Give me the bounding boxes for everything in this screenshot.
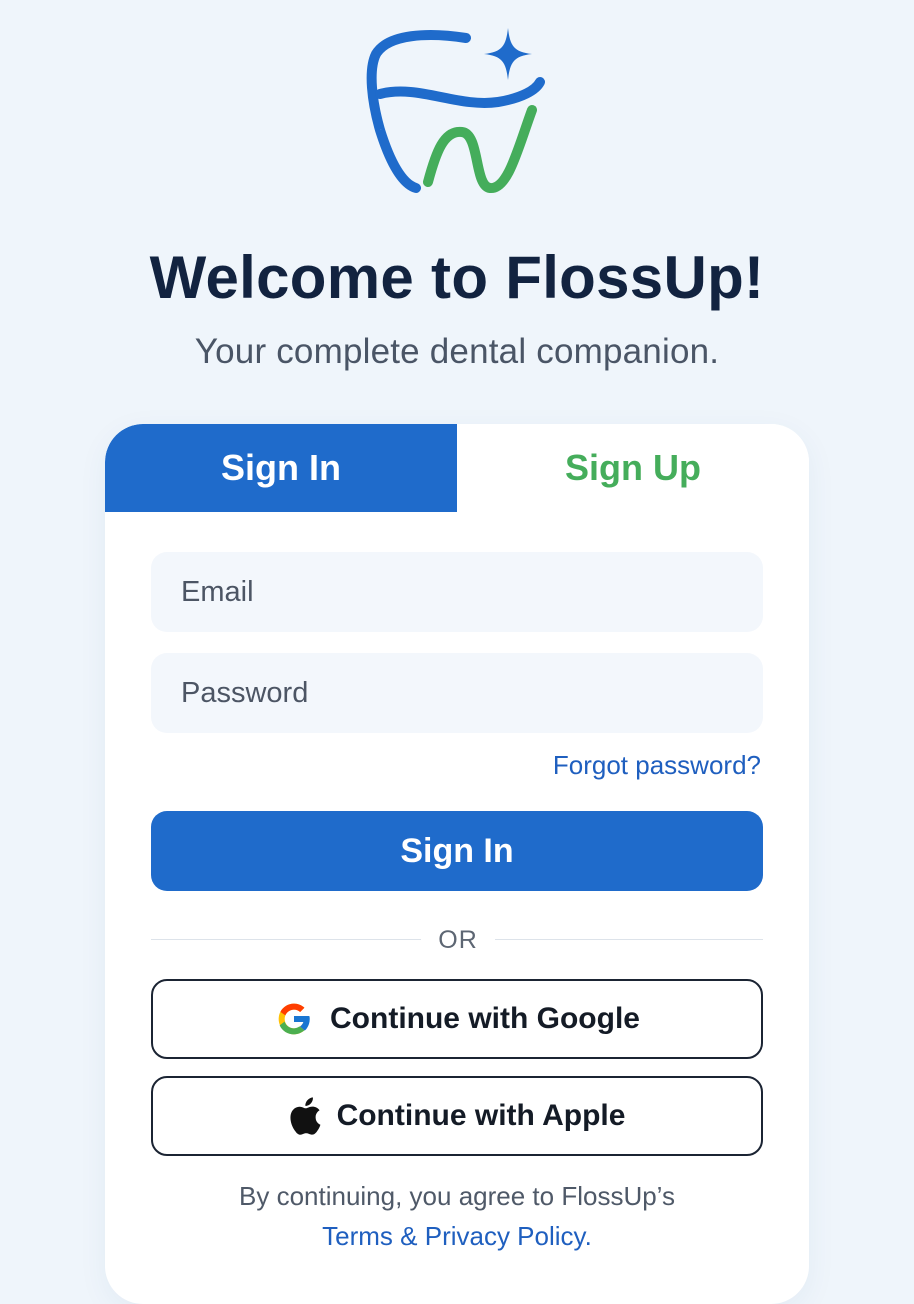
- tab-sign-in[interactable]: Sign In: [105, 424, 457, 512]
- google-icon: [274, 999, 314, 1039]
- tab-sign-up[interactable]: Sign Up: [457, 424, 809, 512]
- password-field[interactable]: [151, 653, 763, 733]
- divider-line: [495, 939, 763, 940]
- page-title: Welcome to FlossUp!: [149, 244, 765, 311]
- google-button-label: Continue with Google: [330, 1002, 640, 1035]
- sign-in-button[interactable]: Sign In: [151, 811, 763, 891]
- page-subtitle: Your complete dental companion.: [194, 332, 720, 371]
- or-divider: OR: [151, 920, 763, 960]
- continue-with-apple-button[interactable]: Continue with Apple: [151, 1076, 763, 1156]
- legal-notice: By continuing, you agree to FlossUp’s Te…: [105, 1176, 809, 1256]
- terms-privacy-link[interactable]: Terms & Privacy Policy.: [105, 1216, 809, 1256]
- auth-tabs: Sign In Sign Up: [105, 424, 809, 512]
- email-field[interactable]: [151, 552, 763, 632]
- forgot-password-link[interactable]: Forgot password?: [553, 750, 761, 781]
- legal-text: By continuing, you agree to FlossUp’s: [239, 1181, 675, 1211]
- divider-label: OR: [438, 926, 478, 954]
- tooth-sparkle-logo-icon: [366, 28, 545, 193]
- flossup-logo: [358, 22, 558, 202]
- apple-icon: [289, 1097, 321, 1135]
- divider-line: [151, 939, 421, 940]
- apple-button-label: Continue with Apple: [336, 1099, 626, 1132]
- auth-card: Sign In Sign Up Forgot password? Sign In…: [105, 424, 809, 1304]
- continue-with-google-button[interactable]: Continue with Google: [151, 979, 763, 1059]
